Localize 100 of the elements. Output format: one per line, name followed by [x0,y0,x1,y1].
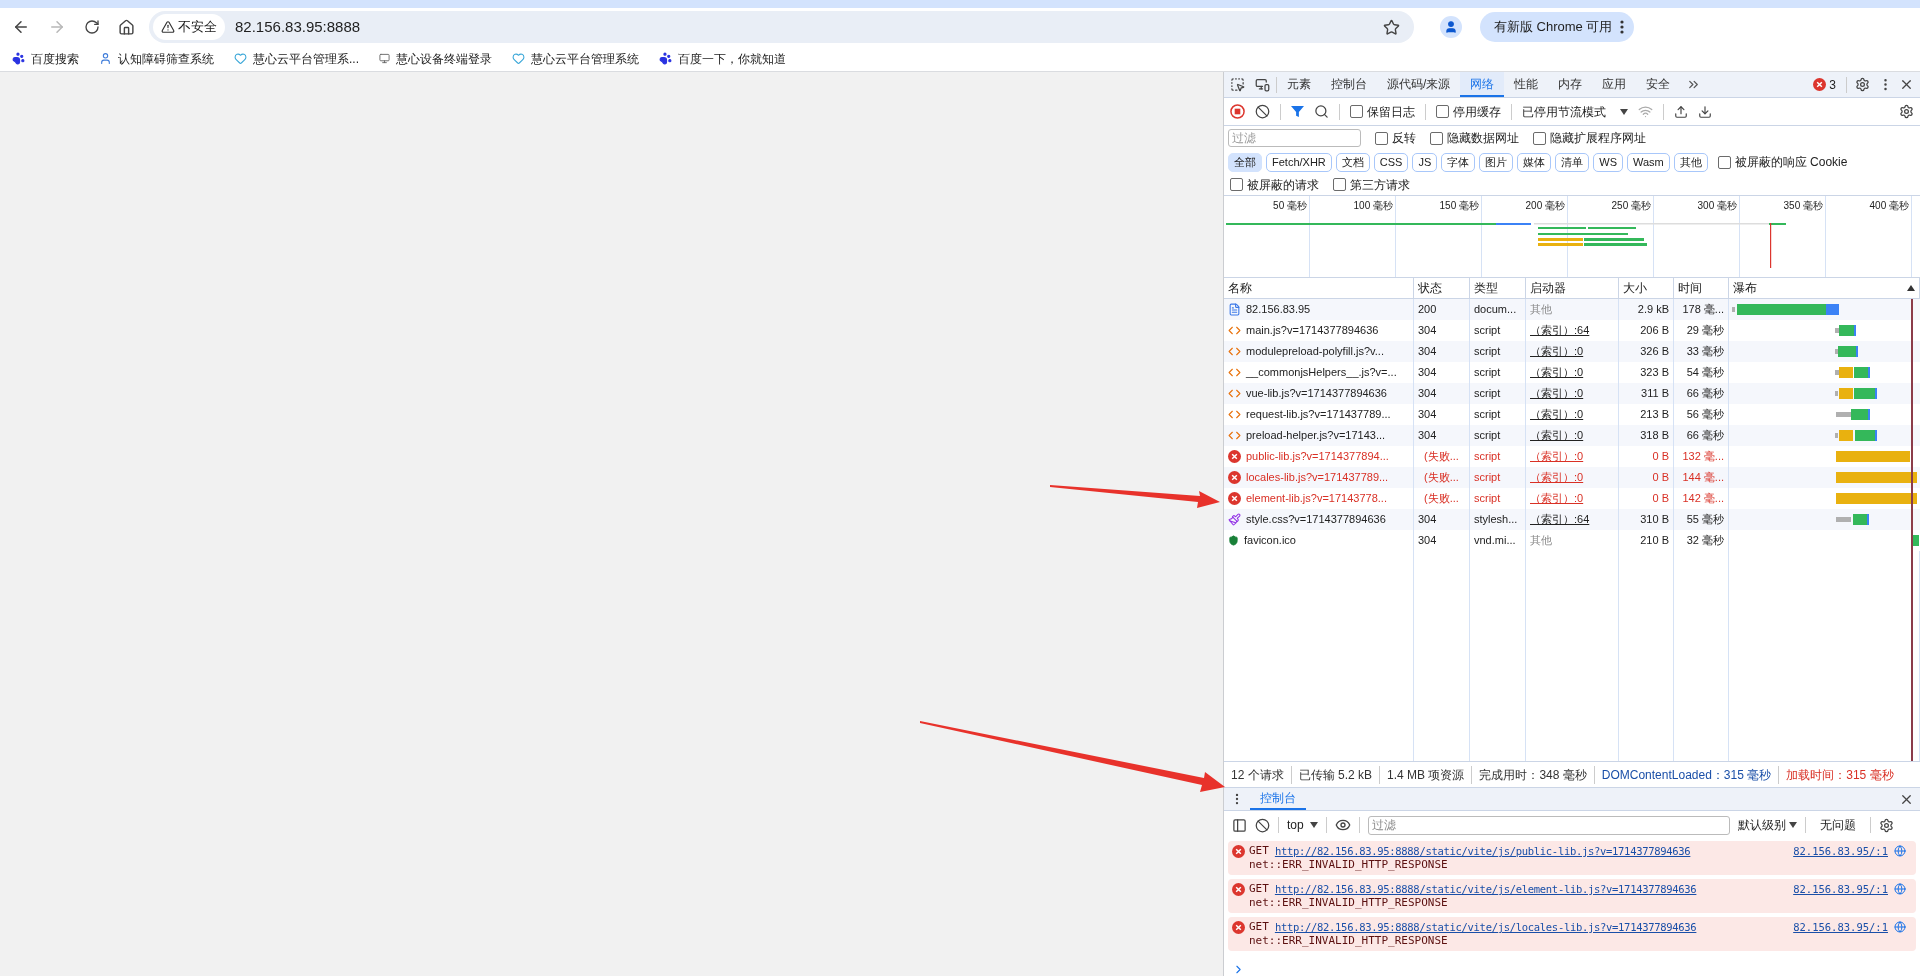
type-filter-chip[interactable]: 其他 [1673,152,1708,172]
checkbox-label: 第三方请求 [1350,176,1410,194]
request-row[interactable]: modulepreload-polyfill.js?v... 304 script （索引）:0 326 B 33 毫秒 [1224,341,1920,362]
download-icon[interactable] [1698,104,1712,119]
clear-icon[interactable] [1255,817,1270,833]
request-url-link[interactable]: http://82.156.83.95:8888/static/vite/js/element-lib.js?v=1714377894636 [1274,882,1697,896]
type-filter-chip[interactable]: 字体 [1441,152,1476,172]
error-count-badge[interactable]: 3 [1813,75,1836,94]
source-link[interactable]: 82.156.83.95/:1 [1793,920,1888,934]
type-filter-chip[interactable]: 图片 [1479,152,1514,172]
initiator-link[interactable]: （索引）:0 [1530,448,1584,465]
devtools-tab[interactable]: 应用 [1592,72,1637,97]
update-chrome-button[interactable]: 有新版 Chrome 可用 [1480,12,1635,42]
devtools-tab[interactable]: 内存 [1548,72,1593,97]
bookmark-item[interactable]: 百度一下，你就知道 [659,49,786,68]
sort-ascending-icon[interactable] [1907,285,1915,291]
upload-icon[interactable] [1674,104,1688,119]
size-value: 310 B [1640,512,1669,528]
request-url-link[interactable]: http://82.156.83.95:8888/static/vite/js/public-lib.js?v=1714377894636 [1274,844,1691,858]
bookmark-item[interactable]: 慧心云平台管理系... [234,49,359,68]
network-request-icon[interactable] [1894,921,1906,933]
bookmark-item[interactable]: 慧心设备终端登录 [379,49,492,68]
bookmark-item[interactable]: 慧心云平台管理系统 [512,49,639,68]
type-filter-chip[interactable]: 媒体 [1517,152,1552,172]
network-request-icon[interactable] [1894,845,1906,857]
initiator-link[interactable]: （索引）:0 [1530,469,1584,486]
column-header[interactable]: 瀑布 [1733,279,1757,297]
initiator-link[interactable]: （索引）:0 [1530,490,1584,507]
checkbox[interactable] [1533,131,1546,145]
devtools-tab[interactable]: 性能 [1504,72,1549,97]
filter-icon[interactable] [1291,105,1304,118]
console-filter-field[interactable]: 过滤 [1367,815,1730,835]
initiator-link[interactable]: （索引）:0 [1530,364,1584,381]
devtools-tab[interactable]: 安全 [1636,72,1681,97]
record-icon[interactable] [1230,104,1245,119]
type-filter-chip[interactable]: 文档 [1335,152,1370,172]
device-toolbar-icon[interactable] [1255,77,1270,92]
column-header[interactable]: 启动器 [1530,279,1566,297]
initiator-link[interactable]: （索引）:64 [1530,322,1590,339]
checkbox[interactable] [1430,131,1443,145]
request-row[interactable]: vue-lib.js?v=1714377894636 304 script （索引）:0 311 B 66 毫秒 [1224,383,1920,404]
checkbox[interactable] [1717,155,1731,169]
column-header[interactable]: 类型 [1474,279,1498,297]
home-icon[interactable] [118,18,135,36]
reload-icon[interactable] [84,19,100,35]
initiator-link[interactable]: （索引）:0 [1530,385,1584,402]
context-dropdown[interactable]: top [1287,816,1318,834]
initiator-link[interactable]: （索引）:0 [1530,427,1584,444]
initiator-link[interactable]: （索引）:0 [1530,406,1584,423]
network-request-icon[interactable] [1894,883,1906,895]
clear-icon[interactable] [1255,104,1270,119]
checkbox[interactable] [1436,105,1449,118]
live-expression-icon[interactable] [1334,817,1351,833]
devtools-tab[interactable]: 网络 [1460,72,1505,97]
console-tab[interactable]: 控制台 [1250,788,1306,810]
devtools-tab[interactable]: 控制台 [1321,72,1377,97]
bookmark-item[interactable]: 认知障碍筛查系统 [99,49,214,68]
settings-icon[interactable] [1855,77,1870,92]
request-url-link[interactable]: http://82.156.83.95:8888/static/vite/js/locales-lib.js?v=1714377894636 [1274,920,1697,934]
devtools-tab[interactable]: 元素 [1277,72,1321,97]
request-row[interactable]: style.css?v=1714377894636 304 stylesh... （索引）:64 310 B 55 毫秒 [1224,509,1920,530]
settings-icon[interactable] [1899,104,1914,119]
type-filter-chip[interactable]: Fetch/XHR [1266,152,1332,172]
request-row[interactable]: 82.156.83.95 200 docum... 其他 2.9 kB 178 毫... [1224,299,1920,320]
settings-icon[interactable] [1878,817,1894,833]
initiator-link[interactable]: （索引）:64 [1530,511,1590,528]
checkbox[interactable] [1333,178,1346,191]
security-chip[interactable]: 不安全 [153,14,225,40]
request-row[interactable]: locales-lib.js?v=171437789... (失败... script （索引）:0 0 B 144 毫... [1224,467,1920,488]
bookmark-star-icon[interactable] [1383,18,1400,36]
source-link[interactable]: 82.156.83.95/:1 [1793,844,1888,858]
sidebar-toggle-icon[interactable] [1232,817,1247,833]
column-header[interactable]: 名称 [1228,279,1252,297]
profile-icon[interactable] [1440,16,1462,38]
type-filter-chip[interactable]: 全部 [1228,152,1262,172]
log-level-dropdown[interactable]: 默认级别 [1737,816,1797,834]
resource-type: script [1474,323,1501,339]
checkbox[interactable] [1230,178,1243,191]
checkbox[interactable] [1350,105,1363,118]
search-icon[interactable] [1314,104,1329,119]
back-icon[interactable] [12,18,30,36]
type-filter-chip[interactable]: CSS [1373,152,1409,172]
checkbox[interactable] [1375,131,1388,145]
request-row[interactable]: preload-helper.js?v=17143... 304 script （索引）:0 318 B 66 毫秒 [1224,425,1920,446]
source-link[interactable]: 82.156.83.95/:1 [1793,882,1888,896]
bookmark-item[interactable]: 百度搜索 [12,49,79,68]
column-header[interactable]: 状态 [1418,279,1442,297]
type-filter-chip[interactable]: WS [1593,152,1623,172]
inspect-icon[interactable] [1230,77,1245,92]
type-filter-chip[interactable]: 清单 [1555,152,1590,172]
filter-field[interactable]: 过滤 [1228,129,1361,147]
type-filter-chip[interactable]: JS [1412,152,1438,172]
close-icon[interactable] [1899,77,1914,92]
type-filter-chip[interactable]: Wasm [1627,152,1670,172]
column-header[interactable]: 时间 [1678,279,1702,297]
devtools-tab[interactable]: 源代码/来源 [1377,72,1461,97]
column-header[interactable]: 大小 [1623,279,1647,297]
address-bar[interactable]: 不安全 82.156.83.95:8888 [149,11,1414,43]
throttling-dropdown[interactable]: 已停用节流模式 [1522,102,1628,121]
initiator-link[interactable]: （索引）:0 [1530,343,1584,360]
